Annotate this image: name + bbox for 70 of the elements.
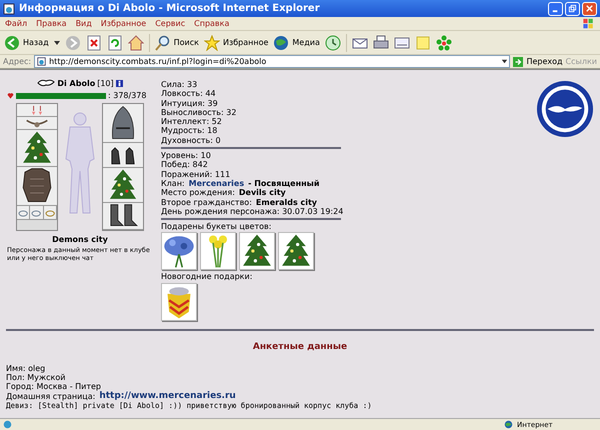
stat-line: Духовность: 0 xyxy=(161,136,221,146)
field-label: Домашняя страница: xyxy=(6,392,96,401)
windows-logo-icon xyxy=(582,18,595,30)
stat-line: Интеллект: 52 xyxy=(161,117,222,126)
profile-field: Город: Москва - Питер xyxy=(6,382,594,392)
printer-icon[interactable] xyxy=(372,34,389,50)
menu-item[interactable]: Правка xyxy=(36,19,67,28)
info-line: День рождения персонажа: 30.07.03 19:24 xyxy=(161,206,344,216)
browser-page-icon xyxy=(3,2,15,14)
info-icon[interactable] xyxy=(116,80,123,86)
globe-icon xyxy=(273,34,290,50)
menu-item[interactable]: Файл xyxy=(5,19,28,28)
close-icon xyxy=(585,4,594,13)
stat-line: Сила: 33 xyxy=(161,80,198,90)
globe-icon xyxy=(504,420,513,429)
restore-button[interactable] xyxy=(565,2,580,16)
stat-line: Мудрость: 18 xyxy=(161,126,218,136)
page-icon xyxy=(3,420,12,429)
section-label: Подарены букеты цветов: xyxy=(161,222,272,232)
go-arrow-icon xyxy=(513,56,524,66)
home-icon[interactable] xyxy=(128,34,144,50)
info-value: Devils city xyxy=(238,188,286,198)
homepage-link[interactable]: http://www.mercenaries.ru xyxy=(99,392,236,401)
info-value: - Посвященный xyxy=(248,178,320,188)
menu-item[interactable]: Справка xyxy=(194,19,230,28)
address-label: Адрес: xyxy=(3,57,32,66)
info-value: Emeralds city xyxy=(256,198,318,207)
stop-icon[interactable] xyxy=(86,34,102,50)
character-name: Di Abolo xyxy=(57,78,96,88)
info-line: Побед: 842 xyxy=(161,160,208,170)
section-title: Анкетные данные xyxy=(252,342,348,352)
address-field[interactable]: http://demonscity.combats.ru/inf.pl?login=di%20abolo xyxy=(34,55,510,68)
info-label: Второе гражданство: xyxy=(161,198,252,207)
stat-line: Ловкость: 44 xyxy=(161,89,216,99)
heart-icon xyxy=(7,92,14,99)
stat-line: Интуиция: 39 xyxy=(161,98,218,108)
clan-link[interactable]: Mercenaries xyxy=(188,178,244,188)
window-title: Информация о Di Abolo - Microsoft Internet Explorer xyxy=(19,3,321,14)
restore-icon xyxy=(568,4,577,13)
dropdown-arrow-icon xyxy=(500,57,510,66)
health-text: : 378/378 xyxy=(108,91,146,100)
page-icon xyxy=(37,57,46,66)
close-button[interactable] xyxy=(582,2,597,16)
minimize-button[interactable] xyxy=(548,2,563,16)
dropdown-arrow-icon[interactable] xyxy=(54,40,60,44)
section-label: Новогодние подарки: xyxy=(161,272,252,282)
info-label: Клан: xyxy=(161,178,185,188)
go-button[interactable]: Переход xyxy=(513,56,563,66)
info-line: Поражений: 111 xyxy=(161,170,230,179)
city-name: Demons city xyxy=(52,235,108,244)
profile-field: Пол: Мужской xyxy=(6,373,594,382)
search-icon xyxy=(154,34,171,50)
refresh-icon[interactable] xyxy=(106,34,123,50)
history-icon[interactable] xyxy=(324,34,341,50)
character-level: [10] xyxy=(97,78,114,88)
flower-icon[interactable] xyxy=(436,34,452,50)
menu-item[interactable]: Вид xyxy=(76,19,92,28)
media-button[interactable]: Медиа xyxy=(273,34,320,50)
favorites-button[interactable]: Избранное xyxy=(204,34,268,50)
menu-item[interactable]: Избранное xyxy=(100,19,146,28)
search-button[interactable]: Поиск xyxy=(154,34,199,50)
profile-field: Имя: oleg xyxy=(6,364,594,374)
clan-emblem-icon xyxy=(536,80,594,138)
back-button[interactable]: Назад xyxy=(4,34,49,50)
menu-item[interactable]: Сервис xyxy=(155,19,186,28)
star-icon xyxy=(204,34,220,50)
info-line: Уровень: 10 xyxy=(161,151,211,160)
stat-line: Выносливость: 32 xyxy=(161,108,236,118)
edit-icon[interactable] xyxy=(394,34,410,50)
info-label: Место рождения: xyxy=(161,188,235,198)
